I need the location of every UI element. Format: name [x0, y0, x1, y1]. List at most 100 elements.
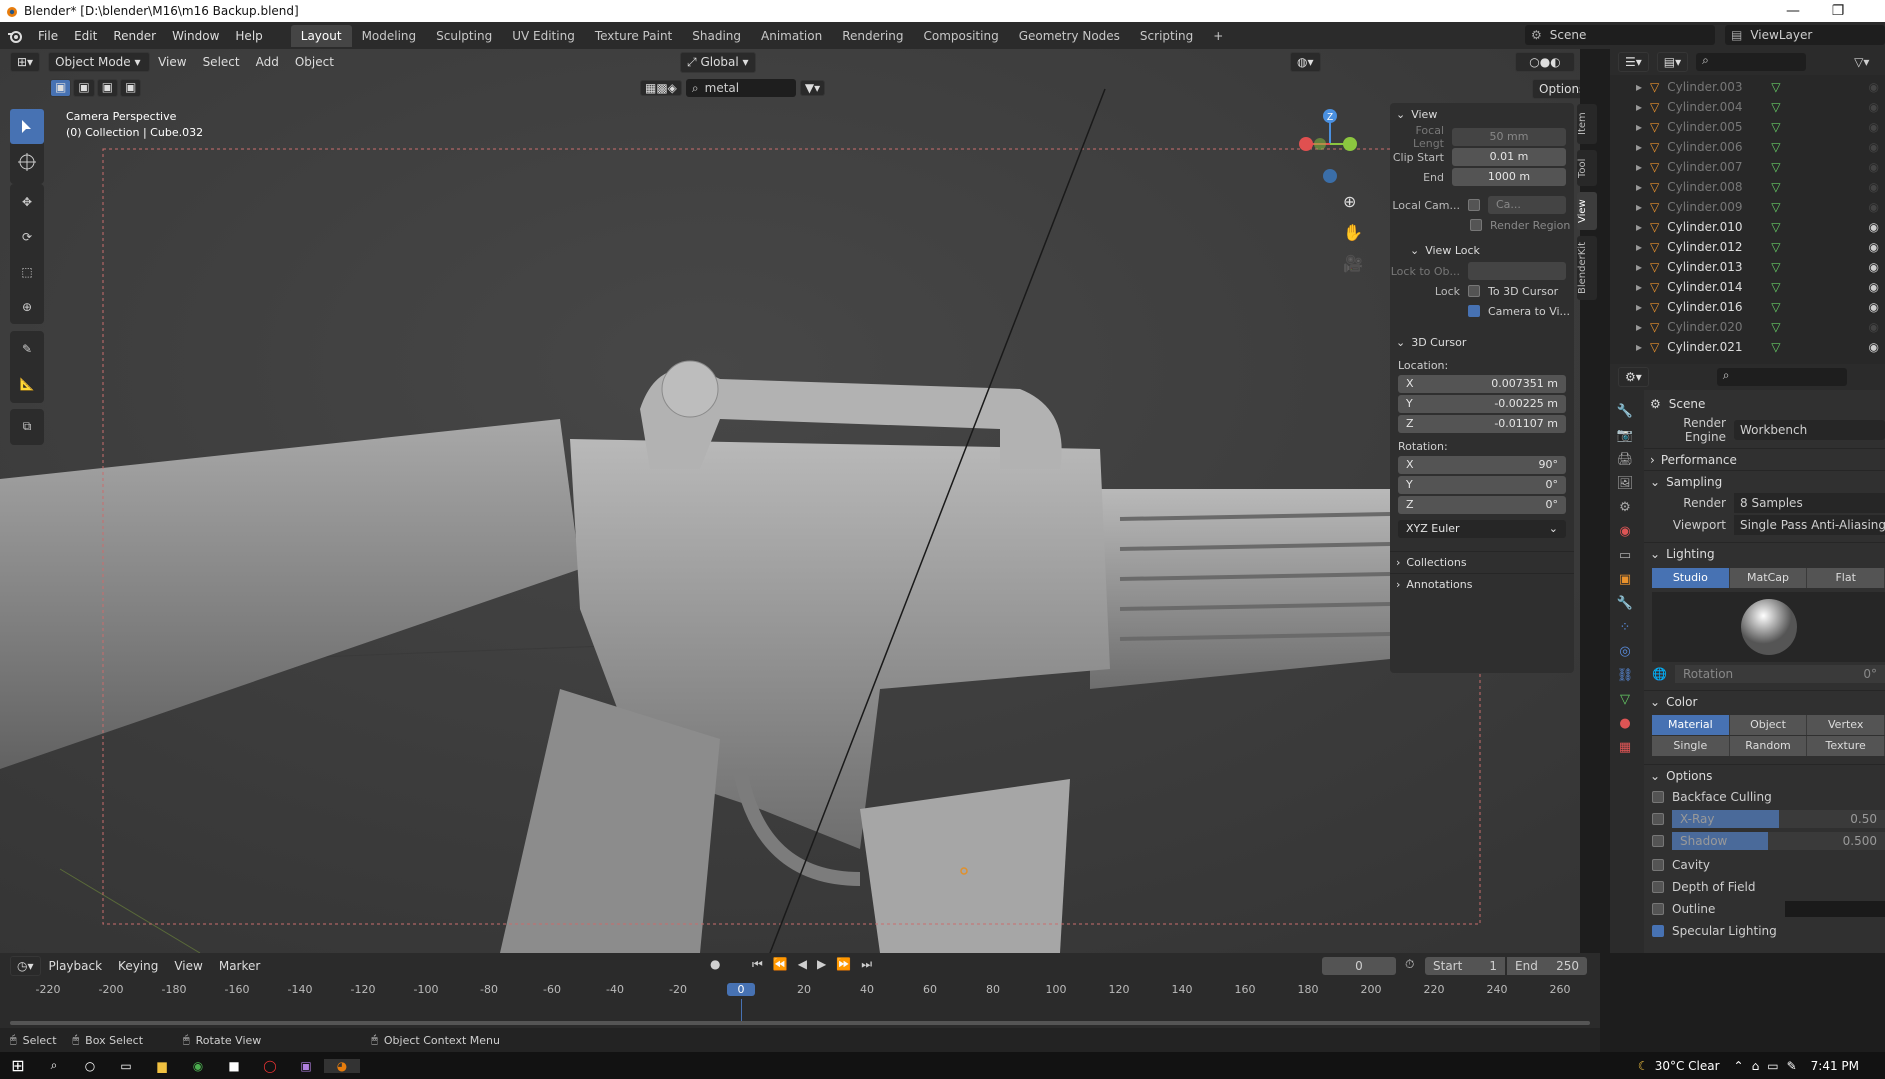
tab-layout[interactable]: Layout: [290, 24, 352, 47]
data-tab-icon[interactable]: ▽: [1620, 692, 1630, 707]
tab-sculpting[interactable]: Sculpting: [426, 25, 502, 47]
visibility-eye-icon[interactable]: ◉: [1869, 300, 1879, 314]
visibility-eye-icon[interactable]: ◉: [1869, 120, 1879, 134]
tab-rendering[interactable]: Rendering: [832, 25, 913, 47]
record-icon[interactable]: ●: [710, 957, 720, 971]
select-new-icon[interactable]: ▣: [50, 79, 72, 97]
constraints-tab-icon[interactable]: ⛓: [1617, 668, 1634, 683]
tab-geometry-nodes[interactable]: Geometry Nodes: [1009, 25, 1130, 47]
visibility-eye-icon[interactable]: ◉: [1869, 340, 1879, 354]
chrome-icon[interactable]: ◉: [180, 1059, 216, 1073]
orientation-selector[interactable]: ⤢ Global ▾: [680, 52, 756, 73]
pan-hand-icon[interactable]: ✋: [1343, 223, 1363, 242]
frame-start-field[interactable]: Start 1: [1425, 957, 1505, 975]
outliner-row[interactable]: ▸ ▽ Cylinder.020 ▽ ◉: [1610, 317, 1885, 337]
timeline-menu-marker[interactable]: Marker: [211, 959, 268, 973]
cursor-rot-y-row[interactable]: Y 0°: [1390, 475, 1574, 495]
material-tab-icon[interactable]: ●: [1619, 716, 1630, 731]
frame-end-field[interactable]: End 250: [1507, 957, 1587, 975]
jump-end-icon[interactable]: ⏭: [861, 957, 872, 972]
outliner-row[interactable]: ▸ ▽ Cylinder.013 ▽ ◉: [1610, 257, 1885, 277]
color-object-button[interactable]: Object: [1729, 715, 1808, 735]
clock-time[interactable]: 7:41 PM: [1811, 1059, 1859, 1073]
expand-arrow-icon[interactable]: ▸: [1610, 220, 1650, 234]
expand-arrow-icon[interactable]: ▸: [1610, 320, 1650, 334]
scene-tab-icon[interactable]: ⚙: [1619, 500, 1631, 515]
texture-tab-icon[interactable]: ▦: [1619, 740, 1631, 755]
tab-item[interactable]: Item: [1577, 104, 1597, 144]
timeline-menu-playback[interactable]: Playback: [41, 959, 111, 973]
add-cube-tool[interactable]: ⧉: [10, 409, 44, 444]
play-icon[interactable]: ▶: [817, 957, 826, 972]
options-button[interactable]: Options: [1532, 79, 1580, 99]
timeline-menu-keying[interactable]: Keying: [110, 959, 166, 973]
search-icon[interactable]: ⌕: [36, 1058, 72, 1073]
visibility-eye-icon[interactable]: ◉: [1869, 200, 1879, 214]
navigation-gizmo[interactable]: Z: [1290, 104, 1370, 184]
epic-games-icon[interactable]: ■: [216, 1059, 252, 1073]
expand-arrow-icon[interactable]: ▸: [1610, 120, 1650, 134]
cursor-loc-z-row[interactable]: Z -0.01107 m: [1390, 414, 1574, 434]
network-icon[interactable]: ⌂: [1752, 1059, 1760, 1073]
outline-checkbox[interactable]: [1652, 903, 1664, 915]
collections-header[interactable]: › Collections: [1390, 551, 1574, 573]
world-tab-icon[interactable]: ◉: [1619, 524, 1630, 539]
expand-arrow-icon[interactable]: ▸: [1610, 340, 1650, 354]
cortana-icon[interactable]: ○: [72, 1059, 108, 1073]
outliner-row[interactable]: ▸ ▽ Cylinder.006 ▽ ◉: [1610, 137, 1885, 157]
cursor-section-header[interactable]: ⌄ 3D Cursor: [1390, 331, 1574, 353]
playhead-line[interactable]: [741, 999, 742, 1021]
timeline-menu-view[interactable]: View: [166, 959, 210, 973]
particles-tab-icon[interactable]: ⁘: [1620, 620, 1631, 635]
jump-start-icon[interactable]: ⏮: [752, 957, 763, 972]
object-tab-icon[interactable]: ▣: [1619, 572, 1631, 587]
visibility-eye-icon[interactable]: ◉: [1869, 220, 1879, 234]
select-extend-icon[interactable]: ▣: [73, 79, 95, 97]
current-frame-field[interactable]: 0: [1322, 957, 1396, 975]
properties-editor-type[interactable]: ⚙▾: [1618, 367, 1649, 387]
next-keyframe-icon[interactable]: ⏩: [836, 957, 851, 972]
expand-arrow-icon[interactable]: ▸: [1610, 260, 1650, 274]
sampling-header[interactable]: ⌄ Sampling: [1644, 470, 1885, 492]
color-vertex-button[interactable]: Vertex: [1807, 715, 1885, 735]
focal-length-field[interactable]: 50 mm: [1452, 128, 1566, 146]
lighting-studio-button[interactable]: Studio: [1652, 568, 1730, 588]
studio-light-preview[interactable]: [1652, 592, 1885, 662]
outliner-row[interactable]: ▸ ▽ Cylinder.010 ▽ ◉: [1610, 217, 1885, 237]
annotations-header[interactable]: › Annotations: [1390, 573, 1574, 595]
tab-tool[interactable]: Tool: [1577, 150, 1597, 186]
shadow-checkbox[interactable]: [1652, 835, 1664, 847]
local-camera-checkbox[interactable]: [1468, 199, 1480, 211]
viewport-samples-select[interactable]: Single Pass Anti-Aliasing: [1734, 515, 1885, 535]
camera-to-view-checkbox[interactable]: [1468, 305, 1480, 317]
visibility-eye-icon[interactable]: ◉: [1869, 280, 1879, 294]
visibility-eye-icon[interactable]: ◉: [1869, 100, 1879, 114]
scene-selector[interactable]: ⚙ Scene: [1525, 25, 1715, 45]
menu-edit[interactable]: Edit: [66, 29, 105, 43]
menu-render[interactable]: Render: [105, 29, 164, 43]
viewport-menu-add[interactable]: Add: [248, 55, 287, 69]
cursor-loc-x-row[interactable]: X 0.007351 m: [1390, 374, 1574, 394]
visibility-eye-icon[interactable]: ◉: [1869, 160, 1879, 174]
select-invert-icon[interactable]: ▣: [120, 79, 142, 97]
maximize-button[interactable]: ❐: [1815, 0, 1861, 22]
collection-tab-icon[interactable]: ▭: [1619, 548, 1631, 563]
outliner-row[interactable]: ▸ ▽ Cylinder.004 ▽ ◉: [1610, 97, 1885, 117]
annotate-tool[interactable]: ✎: [10, 331, 44, 366]
viewport-menu-object[interactable]: Object: [287, 55, 342, 69]
outliner-display-mode[interactable]: ▤▾: [1656, 52, 1689, 72]
premiere-icon[interactable]: ▣: [288, 1059, 324, 1073]
file-explorer-icon[interactable]: ▆: [144, 1059, 180, 1073]
expand-arrow-icon[interactable]: ▸: [1610, 160, 1650, 174]
expand-arrow-icon[interactable]: ▸: [1610, 140, 1650, 154]
visibility-eye-icon[interactable]: ◉: [1869, 240, 1879, 254]
color-header[interactable]: ⌄ Color: [1644, 690, 1885, 712]
battery-icon[interactable]: ▭: [1767, 1059, 1778, 1073]
menu-file[interactable]: File: [30, 29, 66, 43]
add-workspace-button[interactable]: +: [1203, 25, 1233, 47]
render-samples-select[interactable]: 8 Samples: [1734, 493, 1885, 513]
lighting-flat-button[interactable]: Flat: [1807, 568, 1885, 588]
outliner-row[interactable]: ▸ ▽ Cylinder.008 ▽ ◉: [1610, 177, 1885, 197]
view-layer-tab-icon[interactable]: 🖼: [1617, 476, 1634, 491]
blender-taskbar-icon[interactable]: ◕: [324, 1058, 360, 1073]
